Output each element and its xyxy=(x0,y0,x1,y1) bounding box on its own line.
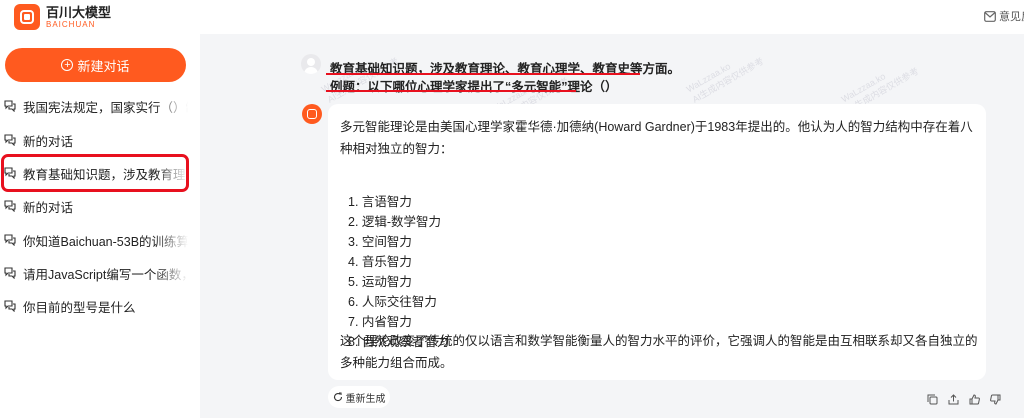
chat-area: WaLzzaa.ko AI生成内容仅供参考 WaLzzaa.ko AI生成内容仅供参… xyxy=(200,34,1024,418)
sidebar-item-conversation[interactable]: 请用JavaScript编写一个函数，实现 xyxy=(0,259,200,287)
logo-title: 百川大模型 xyxy=(46,4,112,20)
sidebar-item-label: 新的对话 xyxy=(23,200,74,215)
feedback-label: 意见反馈 xyxy=(999,11,1024,23)
bot-message-card: 多元智能理论是由美国心理学家霍华德·加德纳(Howard Gardner)于19… xyxy=(328,104,986,380)
chat-bubble-icon xyxy=(4,267,16,279)
new-chat-button[interactable]: + 新建对话 xyxy=(5,48,186,82)
thumbs-down-icon[interactable] xyxy=(987,392,1003,406)
sidebar: + 新建对话 我国宪法规定，国家实行（）制度 新的对话 教育基础知识题，涉及教育… xyxy=(0,34,200,418)
answer-outro: 这个理论改变了传统的仅以语言和数学智能衡量人的智力水平的评价，它强调人的智能是由… xyxy=(340,334,978,370)
sidebar-item-label: 你知道Baichuan-53B的训练算力 xyxy=(23,234,188,249)
message-actions xyxy=(924,392,1008,406)
list-item: 5. 运动智力 xyxy=(348,275,412,289)
copy-icon[interactable] xyxy=(924,392,940,406)
sidebar-item-label: 你目前的型号是什么 xyxy=(23,300,136,315)
user-message-line: 例题：以下哪位心理学家提出了“多元智能”理论（） xyxy=(330,80,618,94)
underline-annotation xyxy=(326,73,640,75)
regenerate-label: 重新生成 xyxy=(345,393,386,405)
list-item: 6. 人际交往智力 xyxy=(348,295,437,309)
sidebar-item-label: 我国宪法规定，国家实行（）制度 xyxy=(23,100,188,115)
bot-avatar-icon xyxy=(302,104,322,124)
regenerate-button[interactable]: 重新生成 xyxy=(328,386,390,408)
chat-bubble-icon xyxy=(4,200,16,212)
list-item: 4. 音乐智力 xyxy=(348,255,412,269)
logo[interactable]: 百川大模型 BAICHUAN xyxy=(14,4,111,30)
sidebar-item-conversation[interactable]: 你知道Baichuan-53B的训练算力 xyxy=(0,226,200,254)
sidebar-item-conversation[interactable]: 你目前的型号是什么 xyxy=(0,292,200,320)
list-item: 2. 逻辑-数学智力 xyxy=(348,215,442,229)
top-bar: 百川大模型 BAICHUAN 意见反馈 xyxy=(0,0,1024,34)
list-item: 7. 内省智力 xyxy=(348,315,412,329)
sidebar-item-conversation[interactable]: 新的对话 xyxy=(0,192,200,220)
refresh-icon xyxy=(333,392,342,402)
feedback-button[interactable]: 意见反馈 xyxy=(984,8,1024,24)
new-chat-label: 新建对话 xyxy=(77,58,130,74)
user-avatar-icon xyxy=(301,54,321,74)
chat-bubble-icon xyxy=(4,300,16,312)
underline-annotation xyxy=(326,90,576,92)
share-icon[interactable] xyxy=(945,392,961,406)
sidebar-item-label: 新的对话 xyxy=(23,134,74,149)
sidebar-item-label: 请用JavaScript编写一个函数，实现 xyxy=(23,267,188,282)
watermark: WaLzzaa.ko AI生成内容仅供参考 xyxy=(684,55,766,105)
chat-bubble-icon xyxy=(4,100,16,112)
list-item: 1. 言语智力 xyxy=(348,195,412,209)
list-item: 3. 空间智力 xyxy=(348,235,412,249)
sidebar-item-conversation[interactable]: 新的对话 xyxy=(0,126,200,154)
chat-bubble-icon xyxy=(4,234,16,246)
logo-subtitle: BAICHUAN xyxy=(46,19,96,29)
answer-list: 1. 言语智力 2. 逻辑-数学智力 3. 空间智力 4. 音乐智力 5. 运动… xyxy=(348,192,449,352)
sidebar-item-conversation[interactable]: 我国宪法规定，国家实行（）制度 xyxy=(0,92,200,120)
plus-icon: + xyxy=(61,59,74,71)
answer-intro: 多元智能理论是由美国心理学家霍华德·加德纳(Howard Gardner)于19… xyxy=(340,120,973,156)
chat-bubble-icon xyxy=(4,134,16,146)
thumbs-up-icon[interactable] xyxy=(966,392,982,406)
highlight-annotation-box xyxy=(1,154,189,192)
feedback-icon xyxy=(984,10,996,22)
baichuan-logo-icon xyxy=(14,4,40,30)
